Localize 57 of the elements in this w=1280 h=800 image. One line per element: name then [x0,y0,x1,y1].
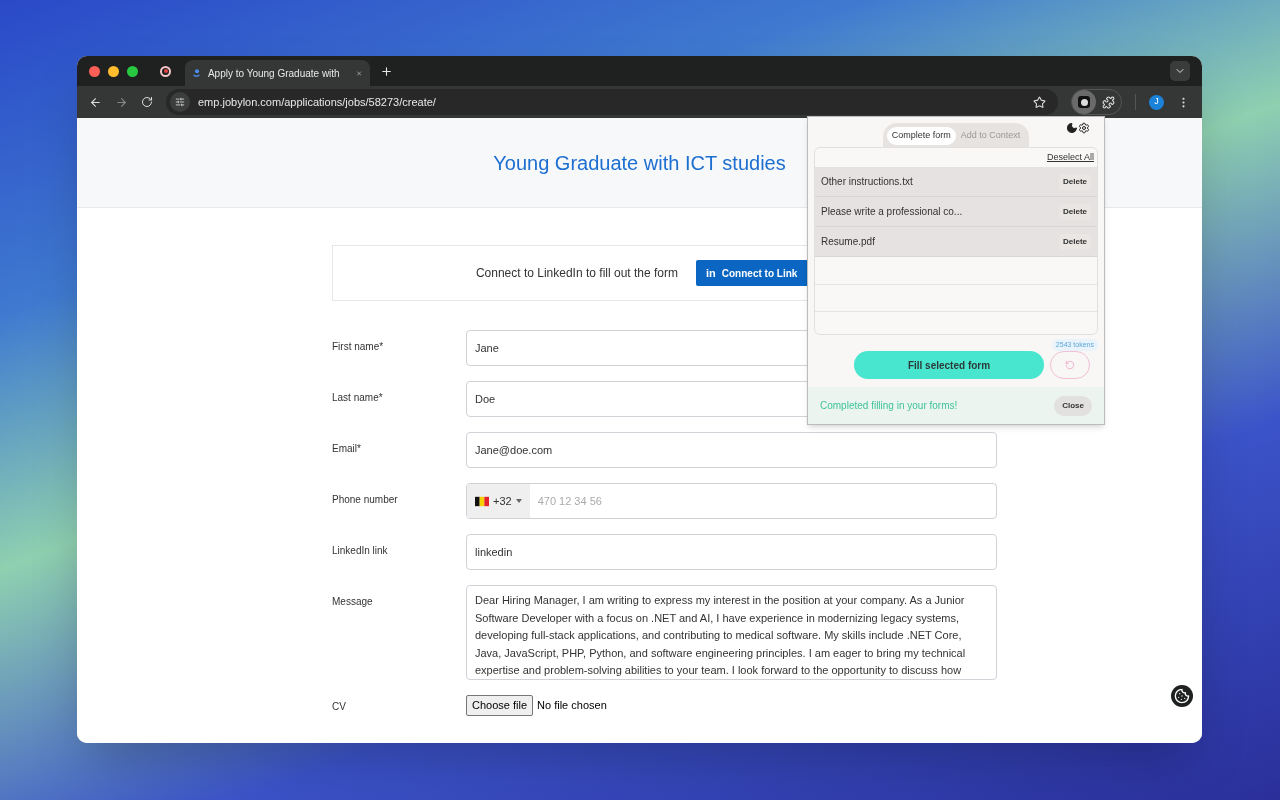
site-logo-icon [193,66,200,80]
file-status: No file chosen [537,698,607,713]
profile-avatar[interactable]: J [1149,94,1164,110]
linkedin-prompt: Connect to LinkedIn to fill out the form [475,265,678,282]
delete-button[interactable]: Delete [1059,233,1091,250]
dropdown-caret-icon [515,499,522,503]
field-label: Email* [332,442,362,456]
url-text: emp.jobylon.com/applications/jobs/58273/create/ [198,94,437,110]
belgium-flag-icon [475,495,489,507]
file-row[interactable]: Other instructions.txt Delete [815,167,1097,197]
choose-file-button[interactable]: Choose file [466,695,534,716]
field-label: Phone number [332,493,399,507]
field-label: Message [332,595,374,609]
tab-list-button[interactable] [1170,61,1190,81]
settings-icon[interactable] [1078,122,1090,134]
file-name: Resume.pdf [821,235,875,249]
tab-title: Apply to Young Graduate with [207,66,340,81]
text-field[interactable]: linkedin [466,534,997,570]
record-icon[interactable] [160,65,171,77]
delete-button[interactable]: Delete [1059,203,1091,220]
field-label: First name* [332,340,385,354]
linkedin-logo-icon: in [706,264,716,282]
close-button[interactable]: Close [1054,395,1092,416]
deselect-all-link[interactable]: Deselect All [1046,150,1094,164]
country-selector[interactable]: +32 [467,484,530,518]
extension-button[interactable] [1072,90,1096,114]
new-tab-icon[interactable] [380,64,393,78]
extensions-puzzle-icon[interactable] [1102,95,1115,109]
site-settings-icon[interactable] [175,97,185,107]
zoom-window-icon[interactable] [127,65,138,77]
close-window-icon[interactable] [89,65,100,77]
forward-icon[interactable] [115,95,128,109]
fill-form-button[interactable]: Fill selected form [854,351,1044,379]
refresh-icon [1065,360,1075,370]
minimize-window-icon[interactable] [108,65,119,77]
file-name: Please write a professional co... [821,205,963,219]
browser-tab[interactable]: Apply to Young Graduate with [185,60,370,86]
phone-input[interactable]: 470 12 34 56 [529,484,996,518]
back-icon[interactable] [89,95,102,109]
status-message: Completed filling in your forms! [820,399,958,413]
delete-button[interactable]: Delete [1059,173,1091,190]
text-field[interactable]: Jane@doe.com [466,432,997,468]
job-title: Young Graduate with ICT studies [493,150,786,176]
field-label: Last name* [332,391,384,405]
reload-icon[interactable] [141,96,153,108]
bookmark-star-icon[interactable] [1033,95,1046,109]
address-bar[interactable]: emp.jobylon.com/applications/jobs/58273/create/ [166,89,1058,115]
message-field[interactable]: Dear Hiring Manager, I am writing to express my interest in the position at your company. As a Junior Software Developer with a focus on .NET and AI, I have experience in modernizing legacy systems, developing full-stack applications, and contributing to medical software. My skills include .NET Core, Java, JavaScript, PHP, Python, and software engineering principles. I am eager to bring my technical expertise and problem-solving abilities to your team. I look forward to the opportunity to discuss how [466,585,997,680]
popup-tab[interactable]: Complete form [886,127,956,145]
file-row[interactable]: Please write a professional co... Delete [815,197,1097,227]
country-code: +32 [493,493,512,509]
file-name: Other instructions.txt [821,175,913,189]
file-row[interactable]: Resume.pdf Delete [815,227,1097,257]
dark-mode-moon-icon[interactable] [1066,122,1078,134]
phone-field[interactable]: +32 470 12 34 56 [466,483,997,519]
field-label: CV [332,700,347,714]
field-label: LinkedIn link [332,544,389,558]
